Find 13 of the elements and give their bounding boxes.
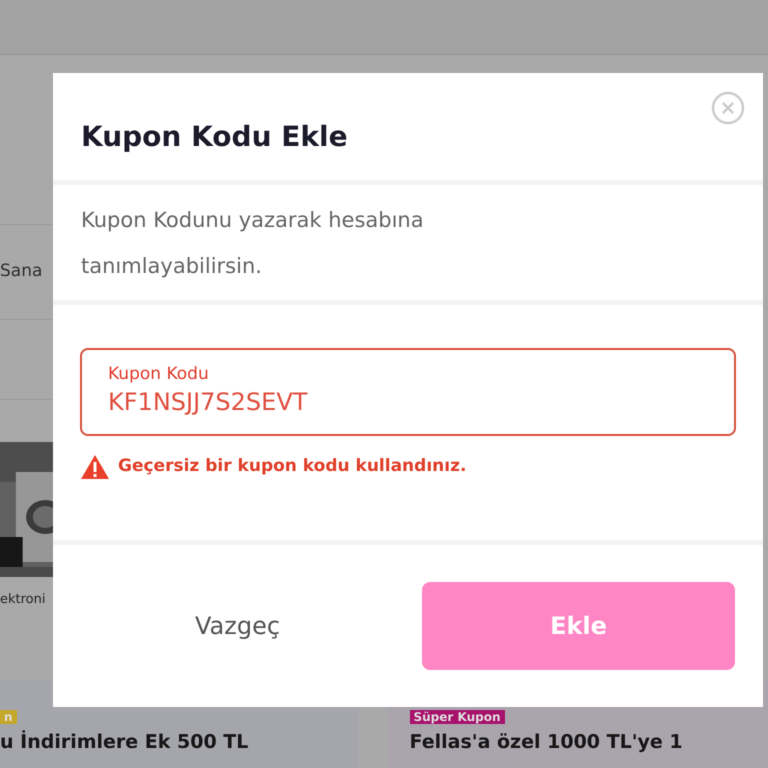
dialog-description: Kupon Kodunu yazarak hesabına tanımlayabilirsin. [81,206,425,280]
campaign-title: Fellas'a özel 1000 TL'ye 1 [410,730,684,754]
close-icon[interactable] [711,91,745,125]
category-item[interactable]: ektroni [0,590,46,610]
coupon-code-field[interactable]: Kupon Kodu KF1NSJJ7S2SEVT [80,348,736,436]
campaign-title: u İndirimlere Ek 500 TL [0,729,250,754]
category-item[interactable]: Sana [0,259,42,285]
campaign-badge: n [0,710,17,724]
dialog-title: Kupon Kodu Ekle [81,119,348,155]
warning-icon [80,454,110,480]
error-message: Geçersiz bir kupon kodu kullandınız. [118,455,466,478]
cancel-button[interactable]: Vazgeç [81,582,394,670]
campaign-badge: Süper Kupon [410,710,505,724]
